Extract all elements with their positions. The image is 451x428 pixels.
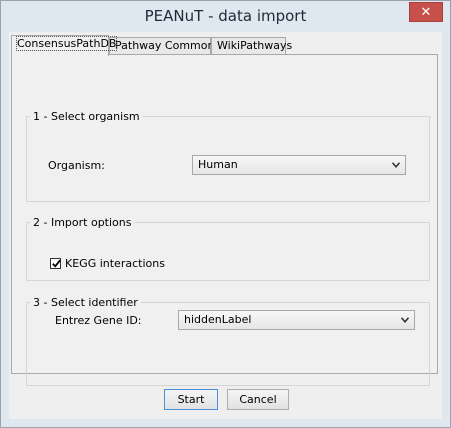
checkmark-icon [52,259,61,268]
identifier-legend: 3 - Select identifier [33,296,138,309]
chevron-down-icon [392,162,400,168]
tab-label: WikiPathways [217,39,293,52]
title-bar[interactable]: PEANuT - data import ✕ [1,1,450,32]
tab-wikipathways[interactable]: WikiPathways [211,37,292,54]
cancel-button[interactable]: Cancel [227,389,289,410]
tab-label: Pathway Commons [115,39,221,52]
close-button[interactable]: ✕ [409,2,443,22]
organism-value: Human [198,158,238,171]
window-title: PEANuT - data import [144,7,307,25]
app-window: PEANuT - data import ✕ ConsensusPathDB P… [0,0,451,428]
organism-label: Organism: [48,159,105,172]
kegg-checkbox-row[interactable]: KEGG interactions [50,257,165,270]
tab-consensuspathdb[interactable]: ConsensusPathDB [11,35,118,56]
chevron-down-icon [401,317,409,323]
tab-label: ConsensusPathDB [15,36,118,51]
import-options-group: 2 - Import options [26,216,430,281]
identifier-value: hiddenLabel [184,313,252,326]
kegg-checkbox-label: KEGG interactions [65,257,165,270]
organism-select[interactable]: Human [192,155,406,175]
identifier-select[interactable]: hiddenLabel [178,310,415,330]
import-options-legend: 2 - Import options [33,216,132,229]
dialog-client: ConsensusPathDB Pathway Commons WikiPath… [9,32,442,419]
close-icon: ✕ [420,5,432,20]
kegg-checkbox[interactable] [50,258,61,269]
identifier-label: Entrez Gene ID: [55,314,142,327]
start-button[interactable]: Start [164,389,218,410]
tab-pathway-commons[interactable]: Pathway Commons [109,37,220,54]
organism-legend: 1 - Select organism [33,110,140,123]
